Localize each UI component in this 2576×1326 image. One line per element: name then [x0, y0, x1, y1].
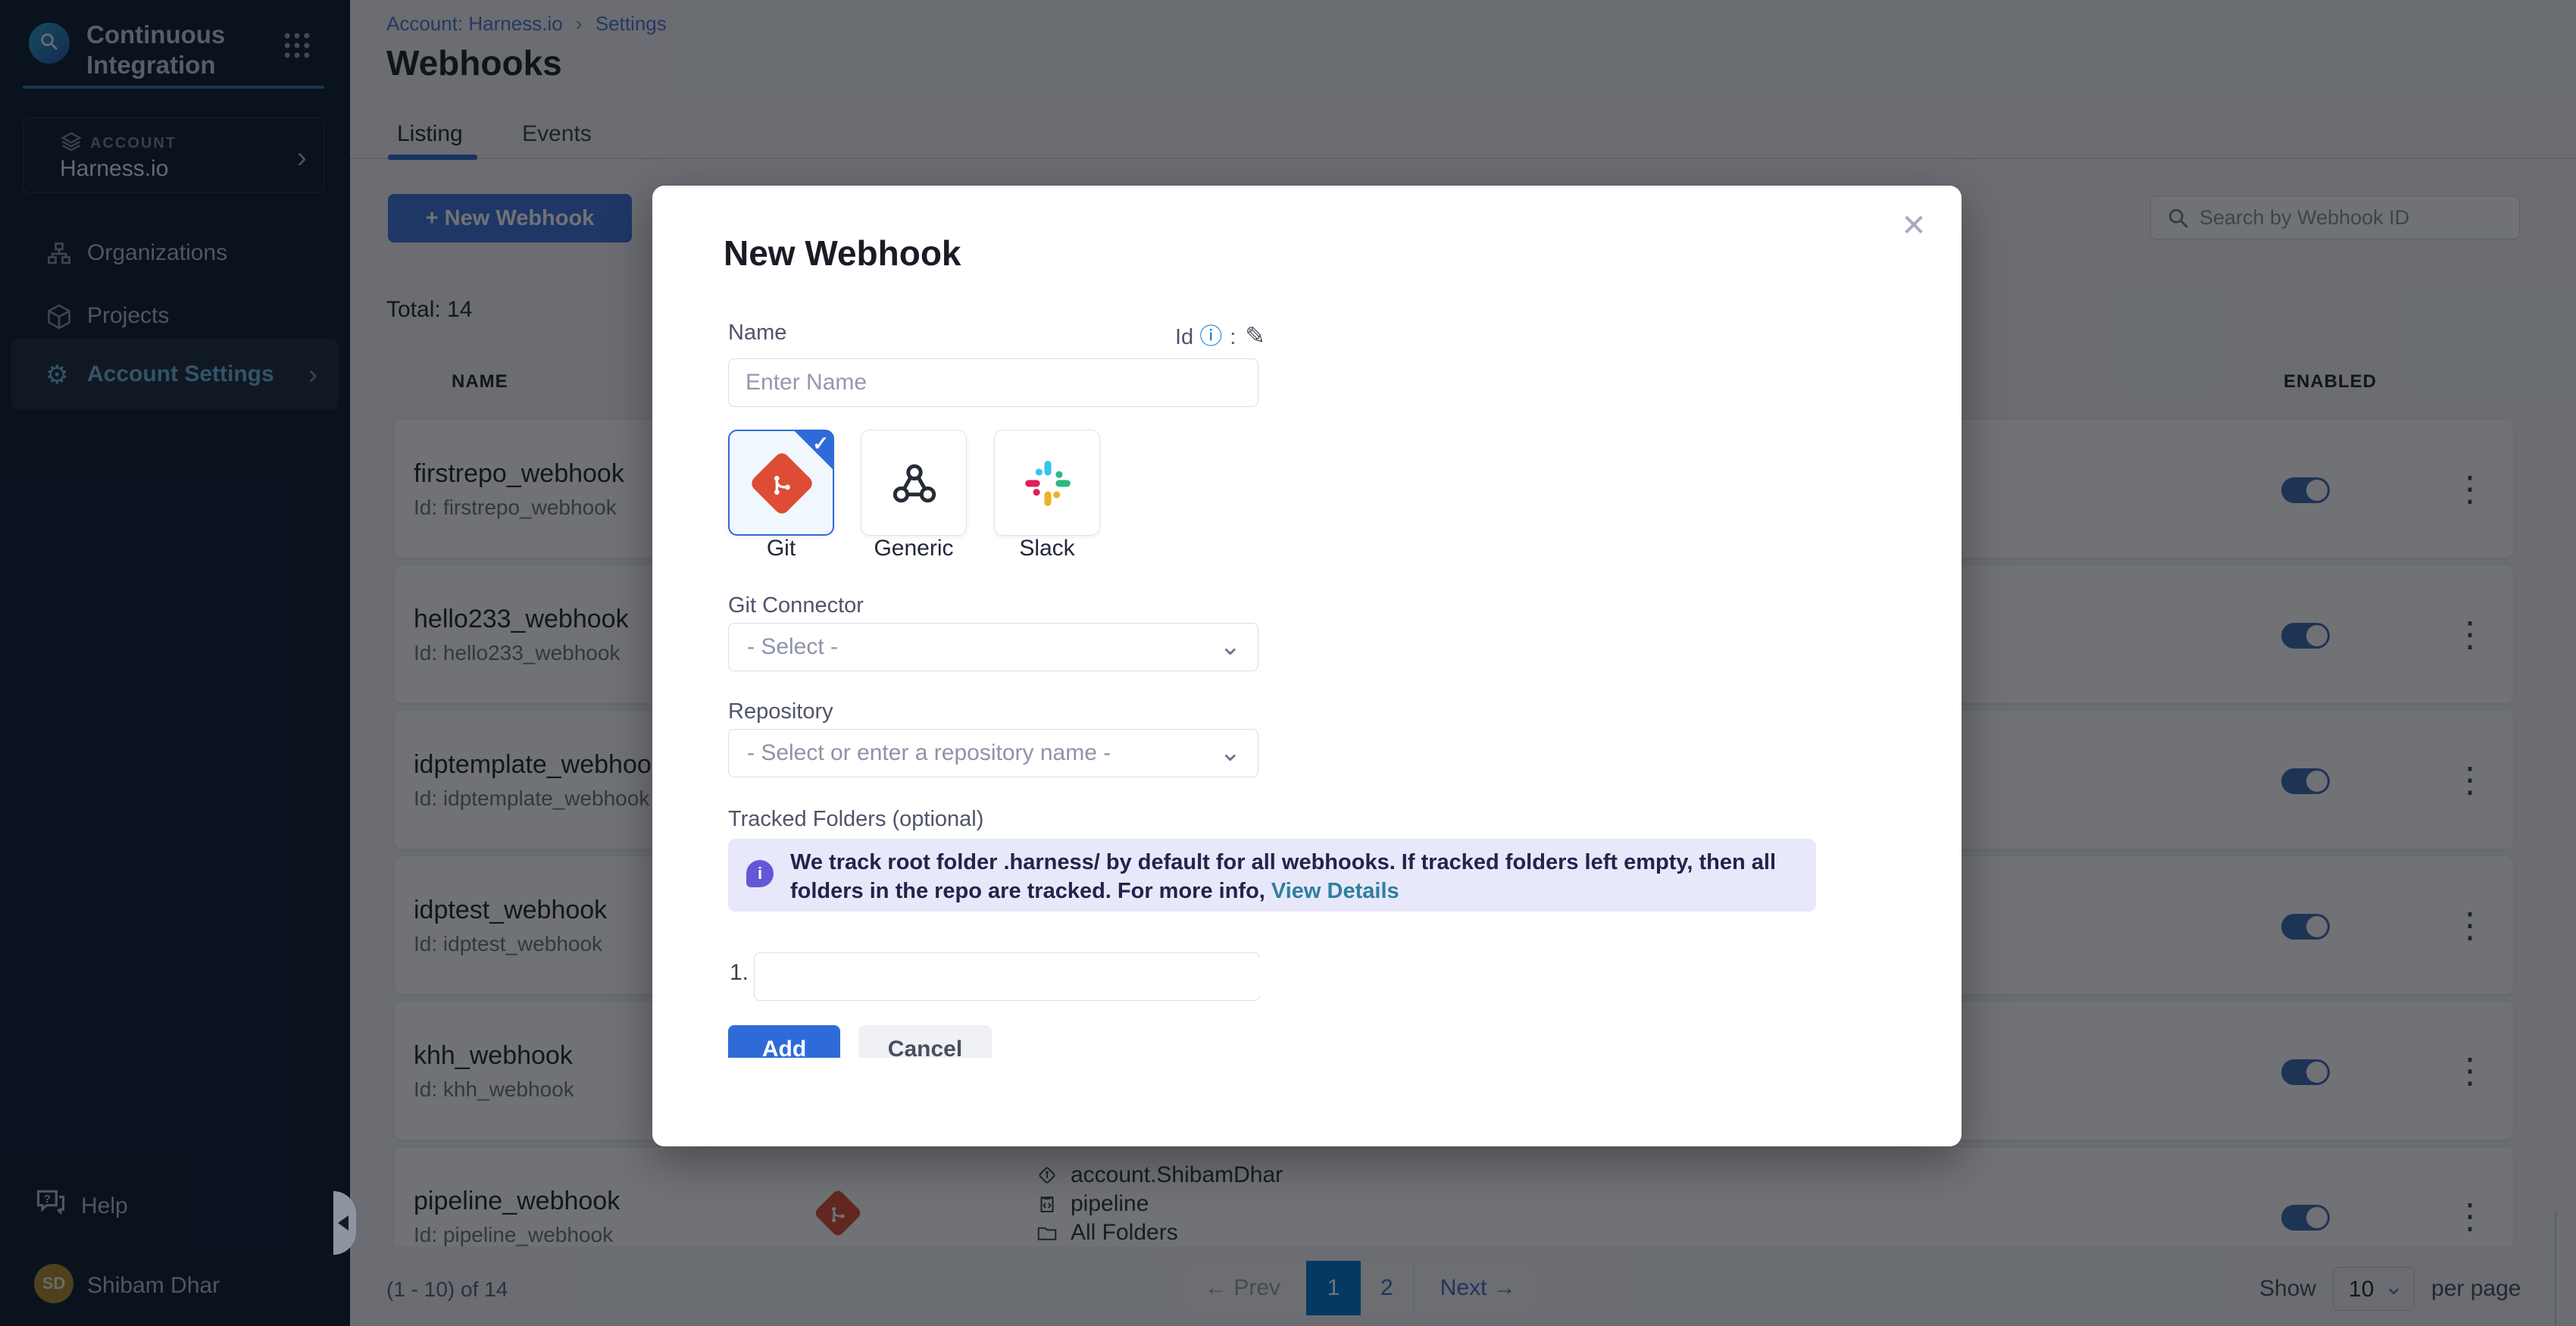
- name-input[interactable]: [746, 364, 1238, 402]
- webhook-icon: [888, 457, 941, 510]
- type-card-git[interactable]: ✓: [728, 430, 834, 536]
- repository-label: Repository: [728, 699, 833, 724]
- repository-placeholder: - Select or enter a repository name -: [747, 740, 1111, 766]
- folder-row-index: 1.: [730, 960, 749, 986]
- banner-text: We track root folder .harness/ by defaul…: [790, 848, 1798, 905]
- chevron-left-icon: [338, 1215, 349, 1231]
- modal-title: New Webhook: [724, 233, 961, 274]
- git-connector-placeholder: - Select -: [747, 634, 838, 660]
- id-row: Idⓘ: ✎: [1175, 317, 1342, 351]
- tracked-folders-info-banner: i We track root folder .harness/ by defa…: [728, 839, 1816, 912]
- new-webhook-modal: ✕ New Webhook Name Idⓘ: ✎ ✓: [652, 186, 1962, 1146]
- repository-select[interactable]: - Select or enter a repository name - ⌄: [728, 729, 1258, 777]
- git-connector-select[interactable]: - Select - ⌄: [728, 623, 1258, 671]
- chevron-down-icon: ⌄: [1220, 737, 1242, 768]
- close-icon[interactable]: ✕: [1895, 208, 1933, 246]
- selected-check-badge: ✓: [794, 430, 833, 470]
- id-colon: :: [1230, 325, 1236, 349]
- name-field: [728, 358, 1258, 407]
- edit-id-icon[interactable]: ✎: [1245, 322, 1265, 349]
- type-card-generic[interactable]: [861, 430, 967, 536]
- tracked-folder-input[interactable]: [771, 958, 1264, 996]
- type-label-generic: Generic: [861, 536, 967, 561]
- tracked-folders-label: Tracked Folders (optional): [728, 807, 983, 832]
- type-card-slack[interactable]: [994, 430, 1100, 536]
- tracked-folder-field: [754, 952, 1260, 1001]
- view-details-link[interactable]: View Details: [1271, 879, 1399, 903]
- modal-scroll-clip: [652, 1058, 1962, 1146]
- info-icon[interactable]: ⓘ: [1199, 324, 1222, 349]
- info-bubble-icon: i: [746, 860, 774, 887]
- chevron-down-icon: ⌄: [1220, 631, 1242, 661]
- git-connector-label: Git Connector: [728, 593, 864, 618]
- type-label-slack: Slack: [994, 536, 1100, 561]
- name-label: Name: [728, 321, 786, 346]
- id-label: Id: [1175, 325, 1193, 349]
- type-label-git: Git: [728, 536, 834, 561]
- slack-logo-icon: [1021, 457, 1074, 510]
